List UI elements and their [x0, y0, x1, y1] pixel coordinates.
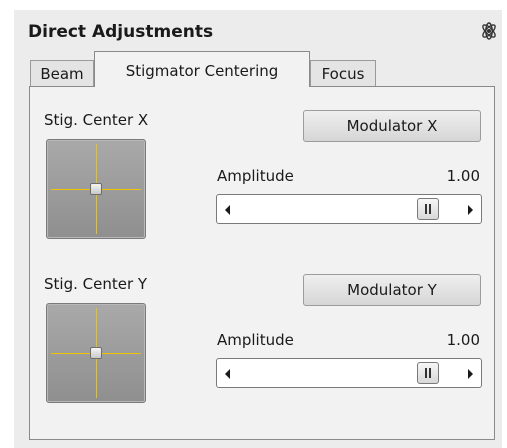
stig-center-y-label: Stig. Center Y [44, 275, 148, 293]
slider-right-arrow-icon[interactable] [468, 369, 473, 379]
amplitude-y-slider-thumb[interactable] [416, 362, 439, 384]
amplitude-x-slider-thumb[interactable] [416, 198, 439, 220]
tab-focus-label: Focus [321, 65, 365, 83]
atom-pin-icon[interactable] [479, 21, 499, 41]
amplitude-y-slider[interactable] [216, 358, 482, 388]
amplitude-y-value: 1.00 [446, 331, 480, 349]
amplitude-x-value: 1.00 [446, 167, 480, 185]
tab-beam[interactable]: Beam [30, 60, 94, 86]
amplitude-y-label: Amplitude [217, 331, 294, 349]
tab-beam-label: Beam [40, 65, 84, 83]
tab-focus[interactable]: Focus [310, 60, 376, 86]
modulator-y-button-label: Modulator Y [347, 281, 437, 299]
stig-center-x-label: Stig. Center X [44, 111, 149, 129]
modulator-x-button-label: Modulator X [346, 117, 438, 135]
amplitude-x-label: Amplitude [217, 167, 294, 185]
amplitude-x-slider[interactable] [216, 194, 482, 224]
modulator-x-button[interactable]: Modulator X [303, 110, 481, 142]
tab-stigmator-centering-label: Stigmator Centering [125, 62, 279, 80]
stig-center-x-pad[interactable] [46, 139, 146, 239]
modulator-y-button[interactable]: Modulator Y [303, 274, 481, 306]
stigmator-centering-tab-content: Stig. Center X Modulator X Amplitude 1.0… [29, 86, 495, 440]
panel-title: Direct Adjustments [28, 22, 214, 42]
stig-center-y-handle[interactable] [90, 347, 102, 359]
stig-center-x-handle[interactable] [90, 183, 102, 195]
slider-left-arrow-icon[interactable] [225, 369, 230, 379]
stig-center-y-pad[interactable] [46, 303, 146, 403]
slider-left-arrow-icon[interactable] [225, 205, 230, 215]
slider-right-arrow-icon[interactable] [468, 205, 473, 215]
tab-stigmator-centering[interactable]: Stigmator Centering [94, 51, 310, 87]
